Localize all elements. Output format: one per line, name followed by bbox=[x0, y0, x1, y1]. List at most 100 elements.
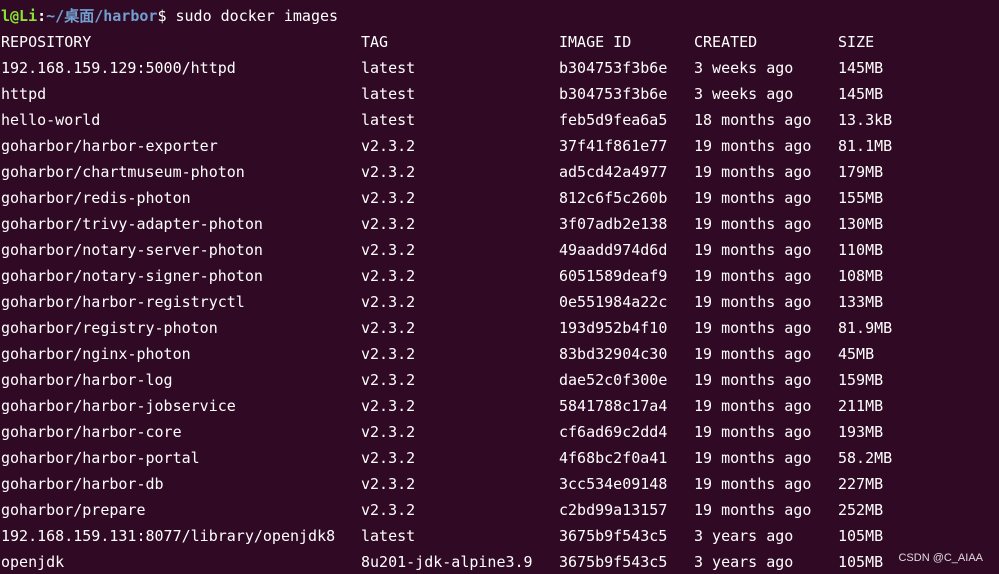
tag-cell: v2.3.2 bbox=[361, 137, 416, 155]
table-row: 192.168.159.131:8077/library/openjdk8 lat… bbox=[0, 523, 999, 549]
terminal-window[interactable]: l@Li:~/桌面/harbor$ sudo docker images REP… bbox=[0, 0, 999, 574]
size-cell: 105MB bbox=[838, 527, 884, 545]
table-header: REPOSITORY TAG IMAGE ID CREATED SIZE bbox=[0, 29, 999, 55]
created-cell: 19 months ago bbox=[694, 423, 812, 441]
table-row: goharbor/notary-server-photon v2.3.2 49aad… bbox=[0, 237, 999, 263]
image-id-cell: 3cc534e09148 bbox=[559, 475, 668, 493]
prompt-user-host: l@Li bbox=[1, 7, 38, 25]
repository-cell: 192.168.159.131:8077/library/openjdk8 bbox=[1, 527, 336, 545]
size-cell: 133MB bbox=[838, 293, 884, 311]
image-id-cell: 3675b9f543c5 bbox=[559, 553, 668, 571]
image-id-cell: 37f41f861e77 bbox=[559, 137, 668, 155]
size-cell: 179MB bbox=[838, 163, 884, 181]
table-row: goharbor/nginx-photon v2.3.2 83bd32904c30 1… bbox=[0, 341, 999, 367]
table-row: goharbor/harbor-registryctl v2.3.2 0e55198… bbox=[0, 289, 999, 315]
header-tag: TAG bbox=[361, 33, 389, 51]
table-row: goharbor/prepare v2.3.2 c2bd99a13157 19 mon… bbox=[0, 497, 999, 523]
tag-cell: v2.3.2 bbox=[361, 215, 416, 233]
created-cell: 3 years ago bbox=[694, 527, 794, 545]
tag-cell: v2.3.2 bbox=[361, 397, 416, 415]
created-cell: 18 months ago bbox=[694, 111, 812, 129]
image-id-cell: 83bd32904c30 bbox=[559, 345, 668, 363]
size-cell: 110MB bbox=[838, 241, 884, 259]
size-cell: 105MB bbox=[838, 553, 884, 571]
tag-cell: v2.3.2 bbox=[361, 371, 416, 389]
tag-cell: v2.3.2 bbox=[361, 189, 416, 207]
table-row: 192.168.159.129:5000/httpd latest b304753f… bbox=[0, 55, 999, 81]
created-cell: 3 years ago bbox=[694, 553, 794, 571]
created-cell: 19 months ago bbox=[694, 137, 812, 155]
table-row: goharbor/harbor-db v2.3.2 3cc534e09148 19 m… bbox=[0, 471, 999, 497]
tag-cell: v2.3.2 bbox=[361, 319, 416, 337]
table-row: goharbor/harbor-log v2.3.2 dae52c0f300e 19 … bbox=[0, 367, 999, 393]
tag-cell: v2.3.2 bbox=[361, 241, 416, 259]
tag-cell: v2.3.2 bbox=[361, 423, 416, 441]
created-cell: 19 months ago bbox=[694, 189, 812, 207]
table-row: goharbor/notary-signer-photon v2.3.2 60515… bbox=[0, 263, 999, 289]
image-id-cell: 5841788c17a4 bbox=[559, 397, 668, 415]
image-id-cell: dae52c0f300e bbox=[559, 371, 668, 389]
size-cell: 145MB bbox=[838, 59, 884, 77]
tag-cell: v2.3.2 bbox=[361, 345, 416, 363]
created-cell: 19 months ago bbox=[694, 475, 812, 493]
image-id-cell: 3675b9f543c5 bbox=[559, 527, 668, 545]
table-row: goharbor/harbor-core v2.3.2 cf6ad69c2dd4 19… bbox=[0, 419, 999, 445]
repository-cell: goharbor/harbor-exporter bbox=[1, 137, 218, 155]
size-cell: 58.2MB bbox=[838, 449, 893, 467]
created-cell: 19 months ago bbox=[694, 293, 812, 311]
tag-cell: v2.3.2 bbox=[361, 449, 416, 467]
tag-cell: latest bbox=[361, 111, 416, 129]
size-cell: 252MB bbox=[838, 501, 884, 519]
repository-cell: goharbor/redis-photon bbox=[1, 189, 191, 207]
prompt-line: l@Li:~/桌面/harbor$ sudo docker images bbox=[0, 3, 999, 29]
repository-cell: goharbor/notary-server-photon bbox=[1, 241, 263, 259]
image-id-cell: b304753f3b6e bbox=[559, 59, 668, 77]
size-cell: 155MB bbox=[838, 189, 884, 207]
created-cell: 19 months ago bbox=[694, 319, 812, 337]
table-row: hello-world latest feb5d9fea6a5 18 months a… bbox=[0, 107, 999, 133]
image-id-cell: feb5d9fea6a5 bbox=[559, 111, 668, 129]
table-row: goharbor/redis-photon v2.3.2 812c6f5c260b 1… bbox=[0, 185, 999, 211]
size-cell: 81.9MB bbox=[838, 319, 893, 337]
tag-cell: v2.3.2 bbox=[361, 475, 416, 493]
table-row: goharbor/harbor-jobservice v2.3.2 5841788c… bbox=[0, 393, 999, 419]
created-cell: 19 months ago bbox=[694, 163, 812, 181]
created-cell: 19 months ago bbox=[694, 241, 812, 259]
repository-cell: httpd bbox=[1, 85, 47, 103]
size-cell: 227MB bbox=[838, 475, 884, 493]
command-text: sudo docker images bbox=[166, 7, 339, 25]
image-id-cell: 812c6f5c260b bbox=[559, 189, 668, 207]
image-id-cell: cf6ad69c2dd4 bbox=[559, 423, 668, 441]
image-id-cell: 6051589deaf9 bbox=[559, 267, 668, 285]
created-cell: 19 months ago bbox=[694, 267, 812, 285]
watermark: CSDN @C_AIAA bbox=[898, 552, 983, 564]
repository-cell: goharbor/prepare bbox=[1, 501, 146, 519]
repository-cell: goharbor/harbor-log bbox=[1, 371, 173, 389]
repository-cell: 192.168.159.129:5000/httpd bbox=[1, 59, 236, 77]
image-list: 192.168.159.129:5000/httpd latest b304753f… bbox=[0, 52, 999, 572]
table-row: goharbor/trivy-adapter-photon v2.3.2 3f07a… bbox=[0, 211, 999, 237]
tag-cell: latest bbox=[361, 85, 416, 103]
image-id-cell: c2bd99a13157 bbox=[559, 501, 668, 519]
repository-cell: goharbor/harbor-db bbox=[1, 475, 164, 493]
size-cell: 81.1MB bbox=[838, 137, 893, 155]
tag-cell: v2.3.2 bbox=[361, 163, 416, 181]
created-cell: 19 months ago bbox=[694, 215, 812, 233]
repository-cell: goharbor/notary-signer-photon bbox=[1, 267, 263, 285]
image-id-cell: ad5cd42a4977 bbox=[559, 163, 668, 181]
image-id-cell: 193d952b4f10 bbox=[559, 319, 668, 337]
repository-cell: goharbor/harbor-registryctl bbox=[1, 293, 245, 311]
image-id-cell: 3f07adb2e138 bbox=[559, 215, 668, 233]
table-row: goharbor/registry-photon v2.3.2 193d952b4f… bbox=[0, 315, 999, 341]
created-cell: 19 months ago bbox=[694, 449, 812, 467]
created-cell: 19 months ago bbox=[694, 345, 812, 363]
table-row: openjdk 8u201-jdk-alpine3.9 3675b9f543c5 3 … bbox=[0, 549, 999, 574]
prompt-path: ~/桌面/harbor bbox=[46, 7, 158, 25]
image-id-cell: 4f68bc2f0a41 bbox=[559, 449, 668, 467]
table-row: goharbor/harbor-portal v2.3.2 4f68bc2f0a41… bbox=[0, 445, 999, 471]
size-cell: 108MB bbox=[838, 267, 884, 285]
image-id-cell: 49aadd974d6d bbox=[559, 241, 668, 259]
tag-cell: latest bbox=[361, 527, 416, 545]
image-id-cell: b304753f3b6e bbox=[559, 85, 668, 103]
repository-cell: goharbor/harbor-portal bbox=[1, 449, 200, 467]
